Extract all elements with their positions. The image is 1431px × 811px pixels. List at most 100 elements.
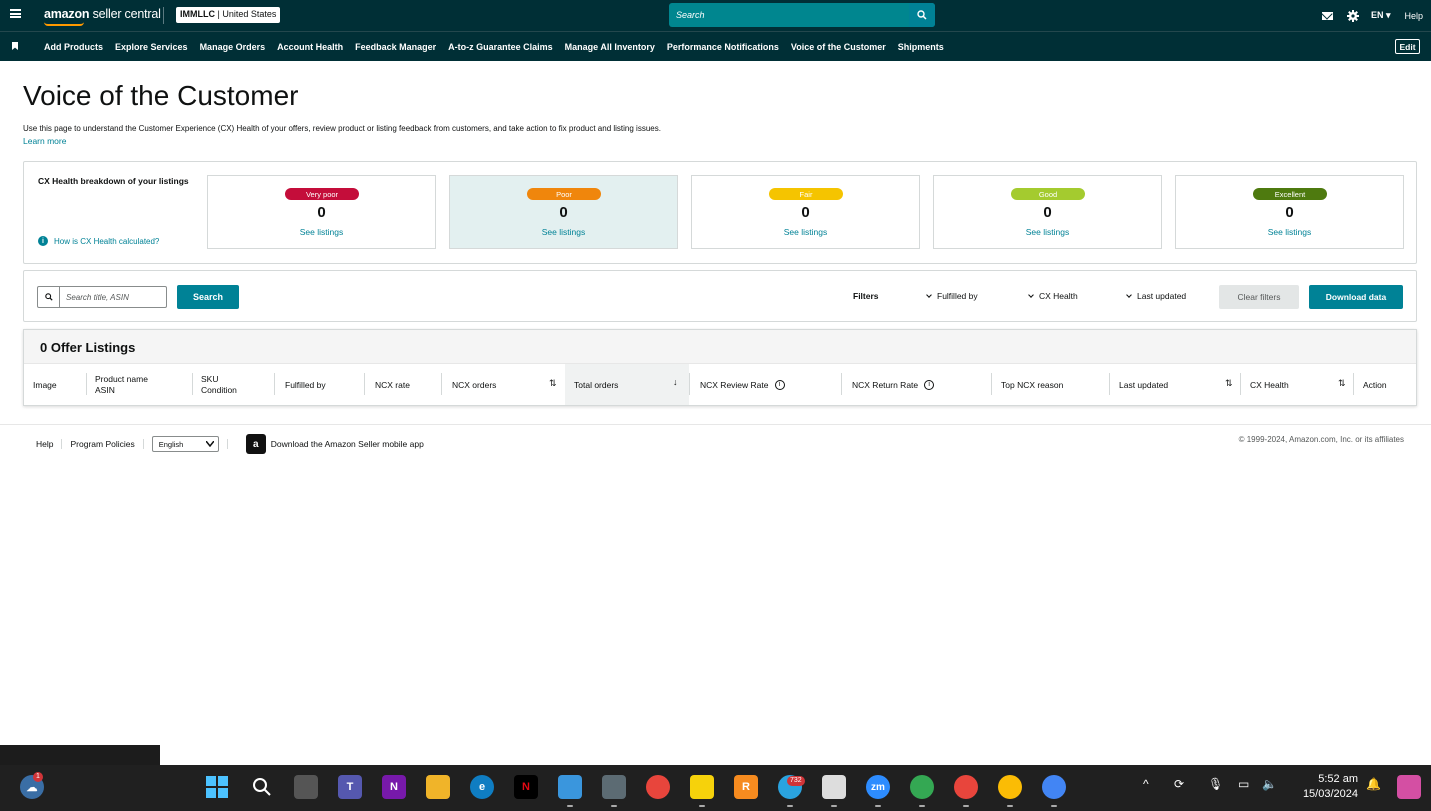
listing-search-input[interactable] — [60, 292, 160, 302]
bookmark-icon[interactable] — [12, 42, 18, 50]
download-data-button[interactable]: Download data — [1309, 285, 1403, 309]
microphone-icon[interactable]: 🎙 — [1208, 777, 1223, 791]
filter-cx-health[interactable]: CX Health — [1028, 291, 1078, 301]
sort-desc-icon[interactable]: ↓ — [673, 377, 678, 387]
nav-voice-of-customer[interactable]: Voice of the Customer — [791, 42, 886, 52]
mail-icon[interactable] — [1321, 11, 1333, 20]
col-sku-condition[interactable]: SKU Condition — [192, 364, 274, 405]
chrome-icon[interactable] — [646, 775, 670, 799]
chrome-profile-icon[interactable] — [1042, 775, 1066, 799]
notifications-icon[interactable]: 🔔 — [1366, 777, 1381, 791]
cx-pill-fair: Fair — [769, 188, 843, 200]
copilot-icon[interactable] — [1397, 775, 1421, 799]
clear-filters-button[interactable]: Clear filters — [1219, 285, 1299, 309]
see-listings-link[interactable]: See listings — [1176, 227, 1403, 237]
sync-icon[interactable]: ⟳ — [1174, 777, 1184, 791]
running-indicator — [1051, 805, 1057, 807]
see-listings-link[interactable]: See listings — [450, 227, 677, 237]
nav-feedback-manager[interactable]: Feedback Manager — [355, 42, 436, 52]
cx-card-very-poor[interactable]: Very poor 0 See listings — [207, 175, 436, 249]
sort-icon[interactable]: ⇅ — [1225, 378, 1233, 389]
nav-a-to-z-claims[interactable]: A-to-z Guarantee Claims — [448, 42, 553, 52]
see-listings-link[interactable]: See listings — [934, 227, 1161, 237]
chevron-down-icon — [926, 291, 932, 298]
cx-calc-link[interactable]: i How is CX Health calculated? — [38, 236, 159, 246]
netflix-icon[interactable]: N — [514, 775, 538, 799]
help-link[interactable]: Help — [1404, 11, 1423, 21]
edge-icon[interactable]: e — [470, 775, 494, 799]
account-switcher[interactable]: IMMLLC | United States — [176, 7, 281, 23]
calculator-icon[interactable] — [602, 775, 626, 799]
col-cx-health[interactable]: CX Health — [1241, 364, 1353, 405]
snipping-tool-icon[interactable] — [822, 775, 846, 799]
seller-central-logo[interactable]: amazon seller central — [44, 7, 161, 21]
see-listings-link[interactable]: See listings — [208, 227, 435, 237]
system-clock[interactable]: 5:52 am 15/03/2024 — [1292, 772, 1358, 802]
col-ncx-rate[interactable]: NCX rate — [366, 364, 441, 405]
network-icon[interactable]: ▭ — [1238, 777, 1249, 791]
learn-more-link[interactable]: Learn more — [23, 136, 66, 146]
nav-account-health[interactable]: Account Health — [277, 42, 343, 52]
footer-help-link[interactable]: Help — [36, 439, 53, 449]
col-last-updated[interactable]: Last updated — [1110, 364, 1240, 405]
weather-badge: 1 — [33, 772, 43, 782]
footer-language-select[interactable]: English — [151, 436, 219, 452]
sort-icon[interactable]: ⇅ — [549, 378, 557, 389]
start-icon[interactable] — [205, 775, 229, 799]
cx-card-good[interactable]: Good 0 See listings — [933, 175, 1162, 249]
nav-performance-notifications[interactable]: Performance Notifications — [667, 42, 779, 52]
task-view-icon[interactable] — [294, 775, 318, 799]
chevron-down-icon — [1126, 291, 1132, 298]
nav-shipments[interactable]: Shipments — [898, 42, 944, 52]
onenote-icon[interactable]: N — [382, 775, 406, 799]
info-icon[interactable]: i — [774, 379, 785, 390]
cx-count-very-poor: 0 — [317, 204, 326, 221]
see-listings-link[interactable]: See listings — [692, 227, 919, 237]
file-explorer-icon[interactable] — [426, 775, 450, 799]
col-product-asin[interactable]: Product name ASIN — [86, 364, 192, 405]
teams-icon[interactable]: T — [338, 775, 362, 799]
nav-manage-inventory[interactable]: Manage All Inventory — [565, 42, 655, 52]
running-indicator — [611, 805, 617, 807]
cx-card-poor[interactable]: Poor 0 See listings — [449, 175, 678, 249]
global-search-input[interactable] — [669, 3, 909, 27]
cx-card-excellent[interactable]: Excellent 0 See listings — [1175, 175, 1404, 249]
footer-app-link[interactable]: Download the Amazon Seller mobile app — [271, 439, 424, 449]
search-button[interactable]: Search — [177, 285, 239, 309]
chevron-up-icon[interactable]: ^ — [1143, 777, 1149, 791]
chrome-profile-icon[interactable] — [998, 775, 1022, 799]
footer-language-value: English — [158, 439, 184, 449]
nav-explore-services[interactable]: Explore Services — [115, 42, 188, 52]
chrome-profile-icon[interactable] — [910, 775, 934, 799]
edit-nav-button[interactable]: Edit — [1395, 39, 1420, 54]
notepad-icon[interactable] — [558, 775, 582, 799]
running-indicator — [567, 805, 573, 807]
sticky-notes-icon[interactable] — [690, 775, 714, 799]
nav-manage-orders[interactable]: Manage Orders — [200, 42, 266, 52]
zoom-icon[interactable]: zm — [866, 775, 890, 799]
language-selector[interactable]: EN ▾ — [1371, 10, 1391, 21]
search-icon[interactable] — [250, 775, 274, 799]
volume-icon[interactable]: 🔈 — [1262, 777, 1277, 791]
col-top-ncx-reason[interactable]: Top NCX reason — [992, 364, 1109, 405]
filter-last-updated[interactable]: Last updated — [1126, 291, 1186, 301]
amazon-app-icon[interactable]: a — [245, 434, 266, 454]
filter-fulfilled-by[interactable]: Fulfilled by — [926, 291, 978, 301]
ringcentral-icon[interactable]: R — [734, 775, 758, 799]
footer-policies-link[interactable]: Program Policies — [70, 439, 134, 449]
gear-icon[interactable] — [1346, 9, 1359, 22]
col-ncx-orders[interactable]: NCX orders — [443, 364, 565, 405]
info-icon[interactable]: i — [924, 379, 935, 390]
col-ncx-review-rate[interactable]: NCX Review Rate i — [691, 364, 841, 405]
global-search-button[interactable] — [909, 3, 935, 27]
nav-add-products[interactable]: Add Products — [44, 42, 103, 52]
menu-icon[interactable] — [10, 9, 21, 18]
col-ncx-return-rate-label: NCX Return Rate — [852, 379, 919, 390]
col-total-orders[interactable]: Total orders — [565, 364, 689, 405]
chrome-profile-icon[interactable] — [954, 775, 978, 799]
cx-card-fair[interactable]: Fair 0 See listings — [691, 175, 920, 249]
col-ncx-return-rate[interactable]: NCX Return Rate i — [843, 364, 993, 405]
col-fulfilled-by[interactable]: Fulfilled by — [276, 364, 364, 405]
sort-icon[interactable]: ⇅ — [1338, 378, 1346, 389]
divider — [163, 7, 164, 24]
